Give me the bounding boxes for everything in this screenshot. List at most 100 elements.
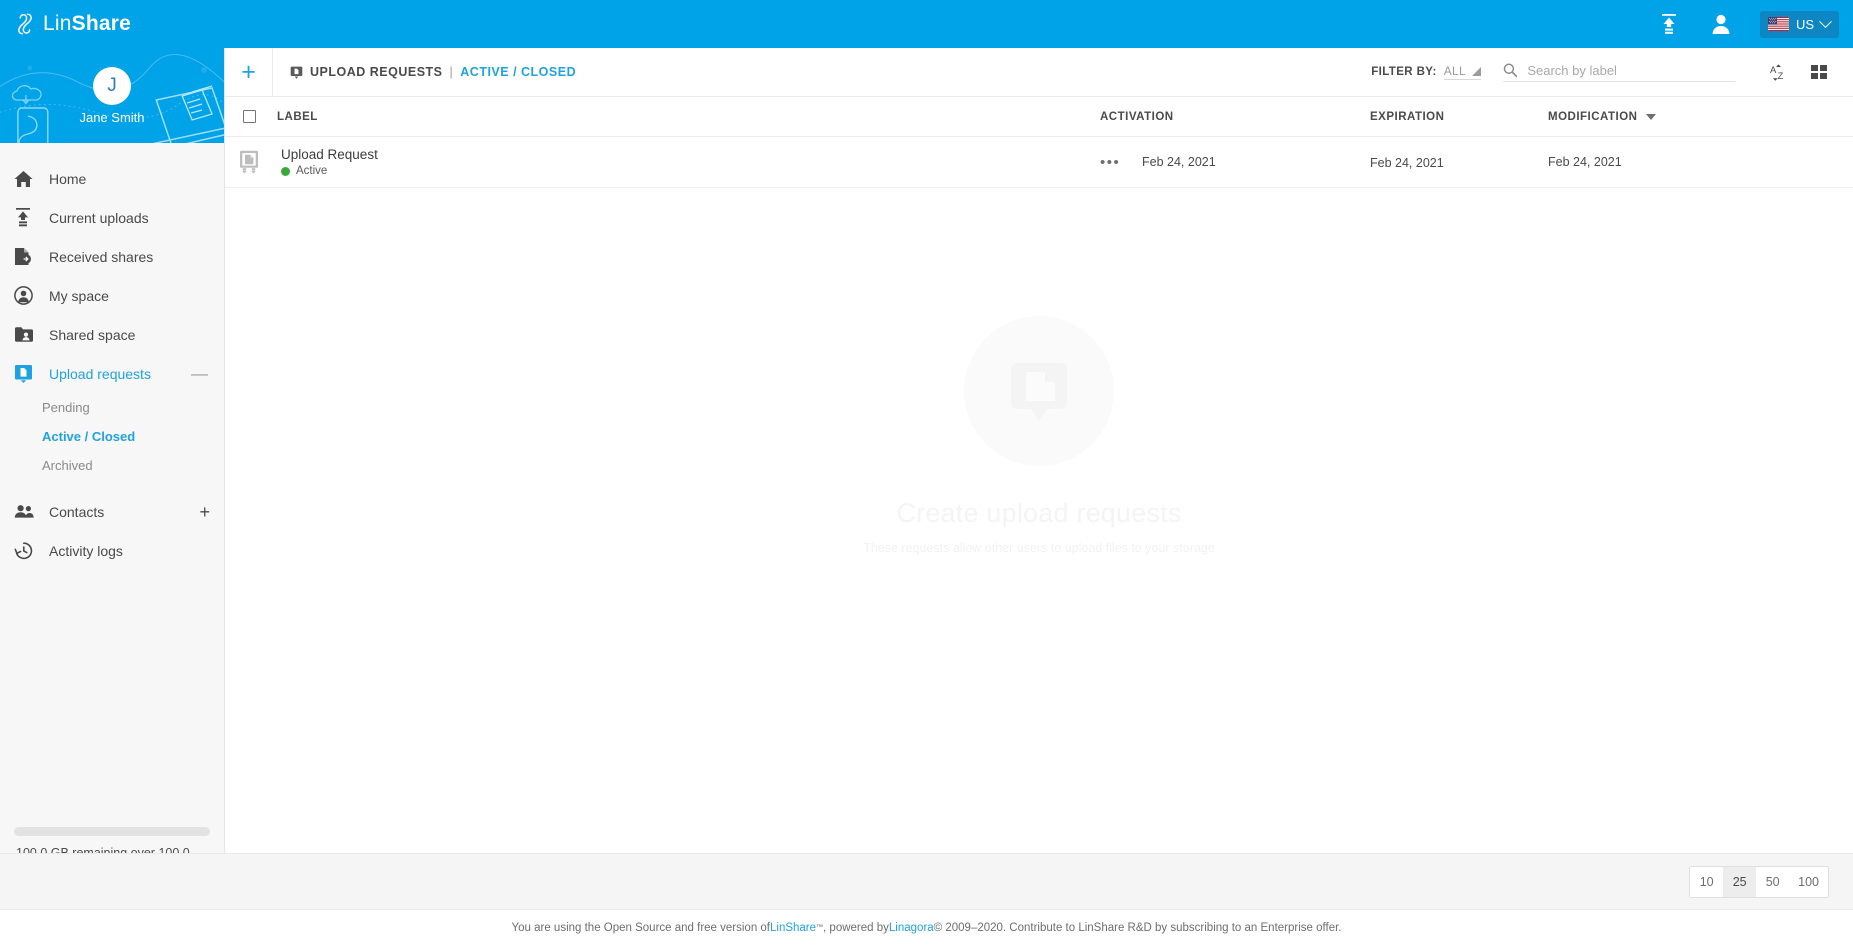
column-header-activation[interactable]: ACTIVATION (1100, 111, 1370, 123)
upload-requests-icon (14, 364, 44, 383)
row-label-cell: Upload Request Active (273, 147, 1100, 177)
sidebar-subitem-pending[interactable]: Pending (0, 393, 224, 422)
linshare-logo-icon (18, 13, 32, 35)
watermark-subtitle: These requests allow other users to uplo… (863, 541, 1215, 555)
page-footer: You are using the Open Source and free v… (0, 909, 1853, 945)
sidebar-subitem-archived[interactable]: Archived (0, 451, 224, 480)
main-content: + UPLOAD REQUESTS | ACTIVE / CLOSED FILT… (225, 48, 1853, 945)
sidebar-subitem-label: Archived (42, 458, 93, 473)
chevron-down-icon (1819, 14, 1832, 28)
sidebar-subitem-label: Active / Closed (42, 429, 136, 444)
brand-title: LinShare (43, 12, 131, 36)
top-actions: US (1656, 10, 1839, 38)
us-flag-icon (1767, 17, 1789, 31)
sidebar-item-activity-logs[interactable]: Activity logs (0, 531, 224, 570)
page-size-25[interactable]: 25 (1723, 866, 1757, 897)
my-space-icon (14, 286, 44, 305)
row-more-menu-icon[interactable]: ••• (1100, 155, 1126, 170)
upload-glyph (1661, 14, 1676, 34)
sort-descending-icon (1646, 113, 1657, 120)
row-main: Upload Request Active (277, 147, 1100, 177)
sidebar-nav: Home Current uploads Received shares My … (0, 143, 224, 827)
shared-space-icon (14, 326, 44, 343)
svg-text:A: A (1770, 65, 1777, 76)
brand-logo-area[interactable]: LinShare (16, 11, 131, 37)
sidebar: J Jane Smith Home Current uploads Receiv… (0, 48, 225, 945)
breadcrumb: UPLOAD REQUESTS | ACTIVE / CLOSED (273, 48, 576, 96)
breadcrumb-separator: | (449, 65, 454, 79)
search-input[interactable] (1527, 62, 1735, 78)
column-header-label[interactable]: LABEL (273, 111, 1100, 123)
home-icon (14, 170, 44, 188)
table-row[interactable]: Upload Request Active ••• Feb 24, 2021 F… (225, 137, 1853, 188)
page-size-10[interactable]: 10 (1690, 866, 1724, 897)
content-area: Create upload requests These requests al… (225, 188, 1853, 945)
breadcrumb-root[interactable]: UPLOAD REQUESTS (310, 65, 443, 79)
sort-alpha-icon[interactable]: A Z (1759, 52, 1799, 92)
sidebar-item-label: My space (49, 287, 109, 304)
row-activation-cell: ••• Feb 24, 2021 (1100, 155, 1370, 170)
sidebar-item-shared-space[interactable]: Shared space (0, 315, 224, 354)
sidebar-item-contacts[interactable]: Contacts + (0, 492, 224, 531)
upload-request-icon (240, 150, 258, 174)
sidebar-item-received-shares[interactable]: Received shares (0, 237, 224, 276)
svg-text:Z: Z (1777, 71, 1783, 82)
watermark-circle (964, 316, 1114, 466)
sidebar-item-home[interactable]: Home (0, 159, 224, 198)
page-size-100[interactable]: 100 (1789, 866, 1828, 897)
row-expiration-date: Feb 24, 2021 (1370, 155, 1444, 170)
account-glyph (1712, 14, 1730, 34)
upload-icon[interactable] (1656, 11, 1682, 37)
sidebar-item-label: Contacts (49, 503, 105, 520)
watermark-title: Create upload requests (896, 498, 1182, 528)
add-upload-request-button[interactable]: + (225, 48, 273, 96)
filter-by-label: FILTER BY: (1371, 66, 1437, 78)
footer-text-1: You are using the Open Source and free v… (511, 921, 771, 934)
language-selector[interactable]: US (1759, 10, 1839, 38)
row-title[interactable]: Upload Request (281, 147, 1100, 162)
sidebar-item-label: Home (49, 170, 87, 187)
linagora-link[interactable]: Linagora (889, 922, 934, 934)
language-label: US (1795, 16, 1814, 32)
avatar-initial: J (107, 74, 117, 96)
add-contact-button[interactable]: + (199, 503, 210, 521)
column-header-modification[interactable]: MODIFICATION (1548, 111, 1853, 123)
sidebar-item-current-uploads[interactable]: Current uploads (0, 198, 224, 237)
content-toolbar: + UPLOAD REQUESTS | ACTIVE / CLOSED FILT… (225, 48, 1853, 97)
sidebar-subitem-label: Pending (42, 400, 90, 415)
sidebar-subitem-active-closed[interactable]: Active / Closed (0, 422, 224, 451)
row-activation-date: Feb 24, 2021 (1142, 155, 1216, 169)
upload-request-bubble-icon (1011, 363, 1067, 421)
brand-prefix: Lin (43, 12, 72, 35)
select-all-checkbox[interactable] (242, 110, 256, 123)
page-size-selector: 10 25 50 100 (1689, 865, 1829, 898)
linshare-link[interactable]: LinShare (770, 922, 816, 934)
status-dot-icon (281, 166, 290, 176)
filter-by-value[interactable]: ALL (1443, 64, 1481, 80)
filter-by-control[interactable]: FILTER BY: ALL (1371, 64, 1481, 80)
received-shares-icon (14, 247, 44, 266)
activity-logs-icon (14, 541, 44, 560)
grid-view-icon[interactable] (1799, 52, 1839, 92)
table-header: LABEL ACTIVATION EXPIRATION MODIFICATION (225, 97, 1853, 137)
breadcrumb-current[interactable]: ACTIVE / CLOSED (460, 65, 576, 79)
sidebar-item-label: Upload requests (49, 365, 151, 382)
account-icon[interactable] (1708, 11, 1734, 37)
empty-state-watermark: Create upload requests These requests al… (225, 316, 1853, 555)
sidebar-item-upload-requests[interactable]: Upload requests — (0, 354, 224, 393)
triangle-down-icon (1472, 66, 1481, 76)
row-modification-cell: Feb 24, 2021 (1548, 155, 1853, 169)
search-box[interactable] (1503, 62, 1735, 82)
row-modification-date: Feb 24, 2021 (1548, 155, 1622, 169)
row-expiration-cell: Feb 24, 2021 (1370, 155, 1548, 170)
sidebar-item-label: Shared space (49, 326, 136, 343)
avatar[interactable]: J (93, 66, 131, 105)
page-size-50[interactable]: 50 (1756, 866, 1790, 897)
collapse-icon[interactable]: — (191, 365, 208, 382)
column-header-expiration[interactable]: EXPIRATION (1370, 111, 1548, 123)
contacts-icon (14, 504, 44, 519)
sidebar-item-my-space[interactable]: My space (0, 276, 224, 315)
status-label: Active (296, 165, 328, 177)
filter-value-text: ALL (1443, 64, 1466, 78)
